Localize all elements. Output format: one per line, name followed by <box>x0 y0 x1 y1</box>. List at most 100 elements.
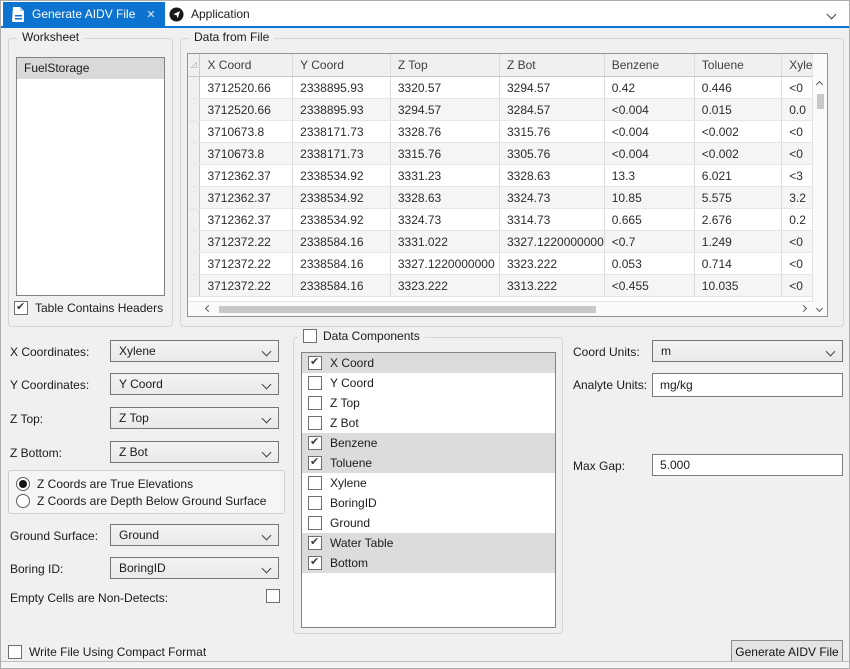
table-cell[interactable]: 3284.57 <box>499 99 604 121</box>
table-cell[interactable]: <0.7 <box>604 231 694 253</box>
table-cell[interactable]: 2338171.73 <box>293 121 391 143</box>
table-cell[interactable]: 2338534.92 <box>293 187 391 209</box>
table-cell[interactable]: 2338584.16 <box>293 253 391 275</box>
table-cell[interactable]: 2338895.93 <box>293 77 391 99</box>
row-header-cell[interactable] <box>188 253 200 275</box>
table-cell[interactable]: 3712362.37 <box>200 209 293 231</box>
table-cell[interactable]: 3712372.22 <box>200 253 293 275</box>
component-item[interactable]: Water Table <box>302 533 555 553</box>
table-cell[interactable]: 3324.73 <box>499 187 604 209</box>
table-cell[interactable]: 3710673.8 <box>200 143 293 165</box>
boring-id-combo[interactable]: BoringID <box>110 557 279 579</box>
table-cell[interactable]: 3294.57 <box>499 77 604 99</box>
checkbox-icon[interactable] <box>308 356 322 370</box>
component-item[interactable]: Z Top <box>302 393 555 413</box>
horizontal-scroll-thumb[interactable] <box>219 306 596 313</box>
table-cell[interactable]: 3323.222 <box>390 275 499 297</box>
component-item[interactable]: BoringID <box>302 493 555 513</box>
generate-aidv-file-button[interactable]: Generate AIDV File <box>731 640 843 663</box>
worksheet-list[interactable]: FuelStorage <box>16 57 165 296</box>
table-row[interactable]: 3712520.662338895.933320.573294.570.420.… <box>188 77 827 99</box>
component-item[interactable]: X Coord <box>302 353 555 373</box>
worksheet-item[interactable]: FuelStorage <box>17 58 164 79</box>
table-cell[interactable]: 3712362.37 <box>200 187 293 209</box>
checkbox-icon[interactable] <box>8 645 22 659</box>
table-contains-headers-checkbox[interactable]: Table Contains Headers <box>14 301 163 315</box>
table-cell[interactable]: 2338534.92 <box>293 209 391 231</box>
table-cell[interactable]: 3712362.37 <box>200 165 293 187</box>
grid-select-all-corner[interactable]: ◿ <box>188 54 200 77</box>
row-header-cell[interactable] <box>188 165 200 187</box>
table-cell[interactable]: 2338584.16 <box>293 231 391 253</box>
column-header[interactable]: Toluene <box>694 54 781 77</box>
table-cell[interactable]: <0.004 <box>604 121 694 143</box>
table-cell[interactable]: 2338534.92 <box>293 165 391 187</box>
table-cell[interactable]: 3712520.66 <box>200 77 293 99</box>
row-header-cell[interactable] <box>188 99 200 121</box>
table-cell[interactable]: 3313.222 <box>499 275 604 297</box>
checkbox-icon[interactable] <box>308 556 322 570</box>
component-item[interactable]: Bottom <box>302 553 555 573</box>
max-gap-input[interactable]: 5.000 <box>652 454 843 476</box>
data-grid[interactable]: ◿ X CoordY CoordZ TopZ BotBenzeneToluene… <box>187 53 828 317</box>
table-cell[interactable]: <0.002 <box>694 143 781 165</box>
ground-surface-combo[interactable]: Ground <box>110 524 279 546</box>
column-header[interactable]: X Coord <box>200 54 293 77</box>
table-cell[interactable]: 3323.222 <box>499 253 604 275</box>
table-row[interactable]: 3710673.82338171.733328.763315.76<0.004<… <box>188 121 827 143</box>
table-cell[interactable]: 3327.1220000000 <box>390 253 499 275</box>
table-cell[interactable]: 0.665 <box>604 209 694 231</box>
compact-format-checkbox[interactable]: Write File Using Compact Format <box>8 645 206 659</box>
grid-horizontal-scrollbar[interactable] <box>188 301 814 316</box>
table-row[interactable]: 3712372.222338584.163327.12200000003323.… <box>188 253 827 275</box>
column-header[interactable]: Z Bot <box>499 54 604 77</box>
table-row[interactable]: 3712362.372338534.923324.733314.730.6652… <box>188 209 827 231</box>
data-components-checkbox[interactable] <box>303 329 317 343</box>
table-cell[interactable]: 3712372.22 <box>200 275 293 297</box>
radio-icon[interactable] <box>16 494 30 508</box>
component-item[interactable]: Xylene <box>302 473 555 493</box>
table-cell[interactable]: 3712372.22 <box>200 231 293 253</box>
table-cell[interactable]: 2.676 <box>694 209 781 231</box>
table-cell[interactable]: 3327.1220000000 <box>499 231 604 253</box>
column-header[interactable]: Y Coord <box>293 54 391 77</box>
row-header-cell[interactable] <box>188 231 200 253</box>
table-cell[interactable]: 2338584.16 <box>293 275 391 297</box>
table-row[interactable]: 3712362.372338534.923328.633324.7310.855… <box>188 187 827 209</box>
coord-units-combo[interactable]: m <box>652 340 843 362</box>
table-cell[interactable]: 10.035 <box>694 275 781 297</box>
table-cell[interactable]: <0.002 <box>694 121 781 143</box>
table-cell[interactable]: <0.004 <box>604 143 694 165</box>
tab-application[interactable]: Application <box>160 2 259 26</box>
scroll-up-icon[interactable] <box>816 81 823 88</box>
table-cell[interactable]: 3294.57 <box>390 99 499 121</box>
table-cell[interactable]: 3328.76 <box>390 121 499 143</box>
table-cell[interactable]: 2338895.93 <box>293 99 391 121</box>
table-cell[interactable]: 0.42 <box>604 77 694 99</box>
table-cell[interactable]: 3315.76 <box>499 121 604 143</box>
table-cell[interactable]: <0.455 <box>604 275 694 297</box>
table-cell[interactable]: 10.85 <box>604 187 694 209</box>
table-row[interactable]: 3710673.82338171.733315.763305.76<0.004<… <box>188 143 827 165</box>
table-cell[interactable]: 0.446 <box>694 77 781 99</box>
row-header-cell[interactable] <box>188 143 200 165</box>
radio-true-elevations[interactable]: Z Coords are True Elevations <box>16 477 193 491</box>
table-cell[interactable]: 1.249 <box>694 231 781 253</box>
scroll-right-icon[interactable] <box>800 305 807 312</box>
table-cell[interactable]: 3331.23 <box>390 165 499 187</box>
table-cell[interactable]: 6.021 <box>694 165 781 187</box>
row-header-cell[interactable] <box>188 187 200 209</box>
component-item[interactable]: Ground <box>302 513 555 533</box>
tab-overflow-chevron-icon[interactable] <box>827 10 837 20</box>
table-row[interactable]: 3712372.222338584.163331.0223327.1220000… <box>188 231 827 253</box>
table-cell[interactable]: <0.004 <box>604 99 694 121</box>
table-row[interactable]: 3712520.662338895.933294.573284.57<0.004… <box>188 99 827 121</box>
radio-icon[interactable] <box>16 477 30 491</box>
y-coordinates-combo[interactable]: Y Coord <box>110 373 279 395</box>
checkbox-icon[interactable] <box>308 376 322 390</box>
grid-vertical-scrollbar[interactable] <box>812 54 827 316</box>
checkbox-icon[interactable] <box>308 536 322 550</box>
scroll-left-icon[interactable] <box>205 305 212 312</box>
checkbox-icon[interactable] <box>308 396 322 410</box>
table-cell[interactable]: 3710673.8 <box>200 121 293 143</box>
